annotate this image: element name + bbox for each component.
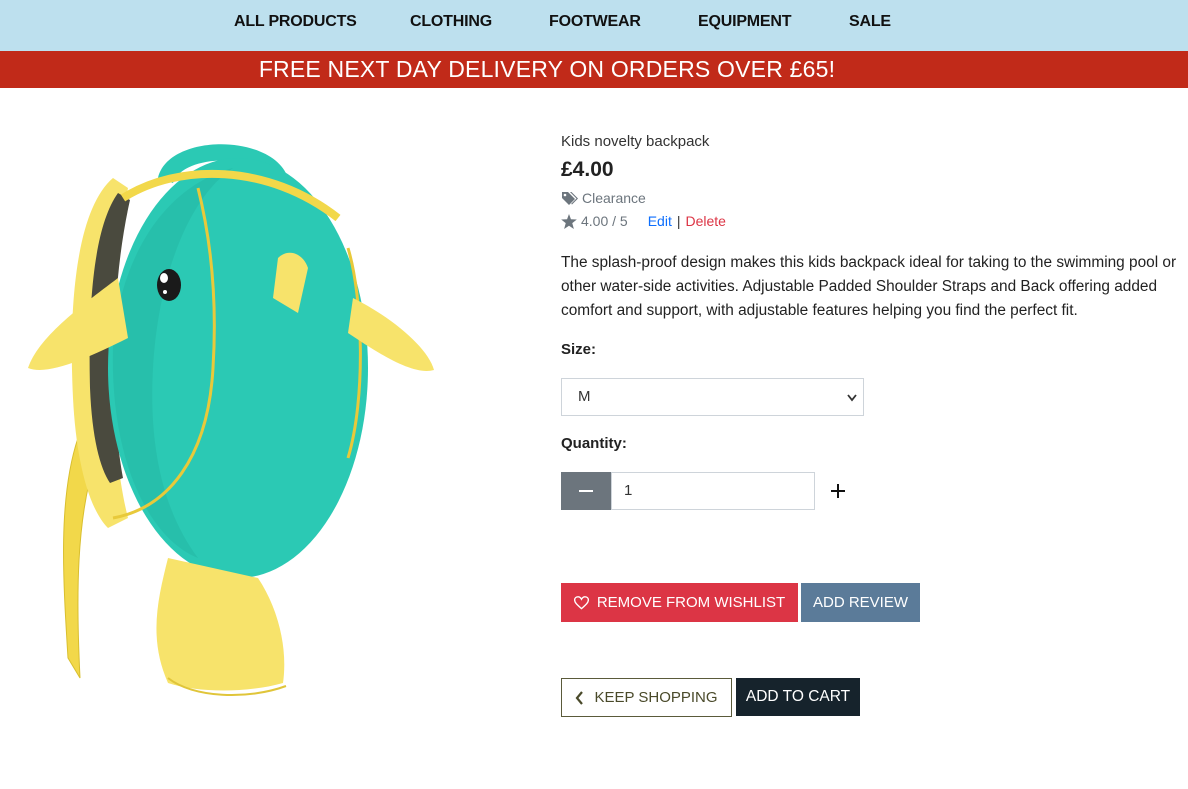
plus-icon bbox=[831, 484, 845, 498]
remove-from-wishlist-button[interactable]: REMOVE FROM WISHLIST bbox=[561, 583, 798, 622]
quantity-input[interactable]: 1 bbox=[611, 472, 815, 510]
nav-sale[interactable]: SALE bbox=[849, 13, 891, 31]
quantity-increment-button[interactable] bbox=[823, 472, 853, 510]
add-review-button[interactable]: ADD REVIEW bbox=[801, 583, 920, 622]
chevron-left-icon bbox=[576, 690, 584, 705]
star-icon bbox=[561, 213, 577, 229]
product-description: The splash-proof design makes this kids … bbox=[561, 254, 1177, 319]
size-select[interactable]: M bbox=[561, 378, 864, 416]
edit-link[interactable]: Edit bbox=[648, 213, 672, 229]
top-navigation: ALL PRODUCTS CLOTHING FOOTWEAR EQUIPMENT… bbox=[0, 0, 1188, 51]
product-category[interactable]: Clearance bbox=[561, 190, 646, 206]
keep-shopping-label: KEEP SHOPPING bbox=[594, 689, 718, 706]
chevron-down-icon bbox=[847, 394, 857, 402]
delivery-banner: FREE NEXT DAY DELIVERY ON ORDERS OVER £6… bbox=[0, 51, 1188, 88]
delete-link[interactable]: Delete bbox=[685, 213, 725, 229]
tags-icon bbox=[562, 192, 578, 205]
product-rating: 4.00 / 5 Edit | Delete bbox=[561, 213, 726, 229]
nav-clothing[interactable]: CLOTHING bbox=[410, 13, 492, 31]
category-label: Clearance bbox=[582, 190, 646, 206]
link-separator: | bbox=[676, 213, 681, 229]
quantity-label: Quantity: bbox=[561, 435, 627, 452]
delivery-banner-text: FREE NEXT DAY DELIVERY ON ORDERS OVER £6… bbox=[258, 56, 836, 82]
heart-icon bbox=[573, 595, 589, 610]
minus-icon bbox=[579, 490, 593, 492]
quantity-decrement-button[interactable] bbox=[561, 472, 611, 510]
size-value: M bbox=[578, 388, 591, 405]
rating-value: 4.00 / 5 bbox=[581, 213, 628, 229]
product-name: Kids novelty backpack bbox=[561, 133, 710, 150]
add-to-cart-button[interactable]: ADD TO CART bbox=[736, 678, 860, 716]
size-label: Size: bbox=[561, 341, 597, 358]
nav-all-products[interactable]: ALL PRODUCTS bbox=[234, 13, 357, 31]
nav-footwear[interactable]: FOOTWEAR bbox=[549, 13, 641, 31]
keep-shopping-button[interactable]: KEEP SHOPPING bbox=[561, 678, 732, 717]
product-image[interactable] bbox=[18, 138, 438, 728]
remove-from-wishlist-label: REMOVE FROM WISHLIST bbox=[596, 594, 786, 611]
product-price: £4.00 bbox=[561, 158, 614, 181]
nav-equipment[interactable]: EQUIPMENT bbox=[698, 13, 792, 31]
